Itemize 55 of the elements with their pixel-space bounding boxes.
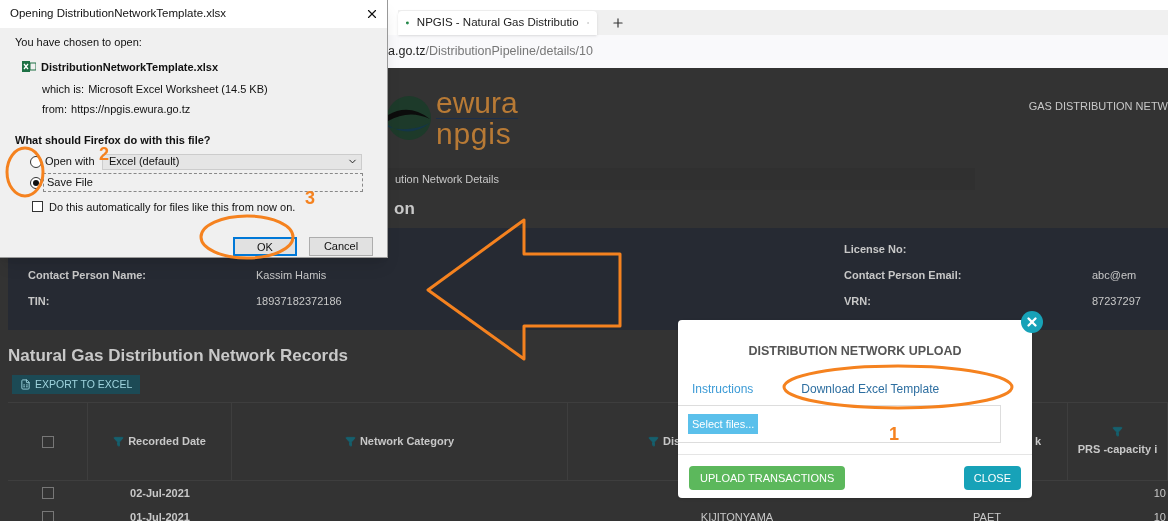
field-value: 18937182372186 [256, 294, 342, 307]
modal-title: DISTRIBUTION NETWORK UPLOAD [748, 343, 962, 360]
field-label: VRN: [844, 294, 871, 307]
close-icon[interactable] [365, 7, 379, 21]
cancel-button[interactable]: Cancel [309, 237, 373, 256]
table-cell-text: 10 [1153, 509, 1166, 521]
field-value: 87237297 [1092, 294, 1141, 307]
spreadsheet-icon [20, 379, 31, 390]
radio-label[interactable]: Save File [43, 173, 363, 192]
table-cell-text: 02-Jul-2021 [130, 485, 190, 501]
field-label: License No: [844, 242, 907, 255]
field-label: Contact Person Name: [28, 268, 146, 281]
row-checkbox[interactable] [42, 487, 54, 499]
ok-button[interactable]: OK [233, 237, 297, 256]
table-cell-text: 01-Jul-2021 [130, 509, 190, 521]
column-header[interactable]: PRS -capacity i [1077, 425, 1158, 458]
site-logo: ewura npgis [386, 76, 518, 160]
filter-icon[interactable] [113, 436, 125, 447]
table-cell-text: 10 [1153, 485, 1166, 501]
export-button[interactable]: EXPORT TO EXCEL [12, 375, 141, 394]
field-label: which is: [42, 82, 85, 97]
row-checkbox[interactable] [42, 511, 54, 521]
records-title: Natural Gas Distribution Network Records [8, 344, 349, 367]
radio-label[interactable]: Open with [45, 153, 95, 170]
logo-emblem-icon [386, 95, 432, 141]
column-header[interactable]: Network Category [344, 433, 455, 450]
section-title: on [394, 198, 415, 221]
field-value: abc@em [1092, 268, 1137, 281]
spreadsheet-icon [22, 61, 36, 73]
checkbox-label: Do this automatically for files like this from now on. [49, 199, 296, 215]
field-value: https://npgis.ewura.go.tz [71, 101, 191, 117]
table-cell-text: PAET [973, 509, 1001, 521]
column-header[interactable]: Recorded Date [113, 433, 206, 450]
field-label: Contact Person Email: [844, 268, 962, 281]
field-label: TIN: [28, 294, 50, 307]
filter-icon[interactable] [344, 436, 356, 447]
header-nav-link[interactable]: GAS DISTRIBUTION NETW [1028, 98, 1168, 160]
dialog-intro: You have chosen to open: [15, 35, 143, 50]
new-tab-icon[interactable] [611, 16, 625, 30]
field-value: Kassim Hamis [256, 268, 327, 281]
filter-icon[interactable] [1112, 425, 1123, 437]
checkbox[interactable] [32, 201, 43, 213]
field-label: from: [42, 101, 68, 117]
column-header[interactable]: k [1034, 433, 1041, 450]
annotation-number: 1 [889, 425, 899, 443]
dialog-title: Opening DistributionNetworkTemplate.xlsx [10, 6, 227, 22]
annotation-number: 3 [305, 189, 315, 207]
table-cell-text: KIJITONYAMA [700, 509, 774, 521]
filter-icon[interactable] [648, 436, 659, 447]
dialog-question: What should Firefox do with this file? [15, 133, 212, 147]
field-value: Microsoft Excel Worksheet (14.5 KB) [88, 82, 268, 97]
download-template-link[interactable]: Download Excel Template [801, 379, 940, 398]
browser-tab[interactable]: NPGIS - Natural Gas Distributio [398, 11, 597, 35]
annotation-ellipse [5, 146, 45, 198]
select-all-checkbox[interactable] [41, 435, 54, 448]
